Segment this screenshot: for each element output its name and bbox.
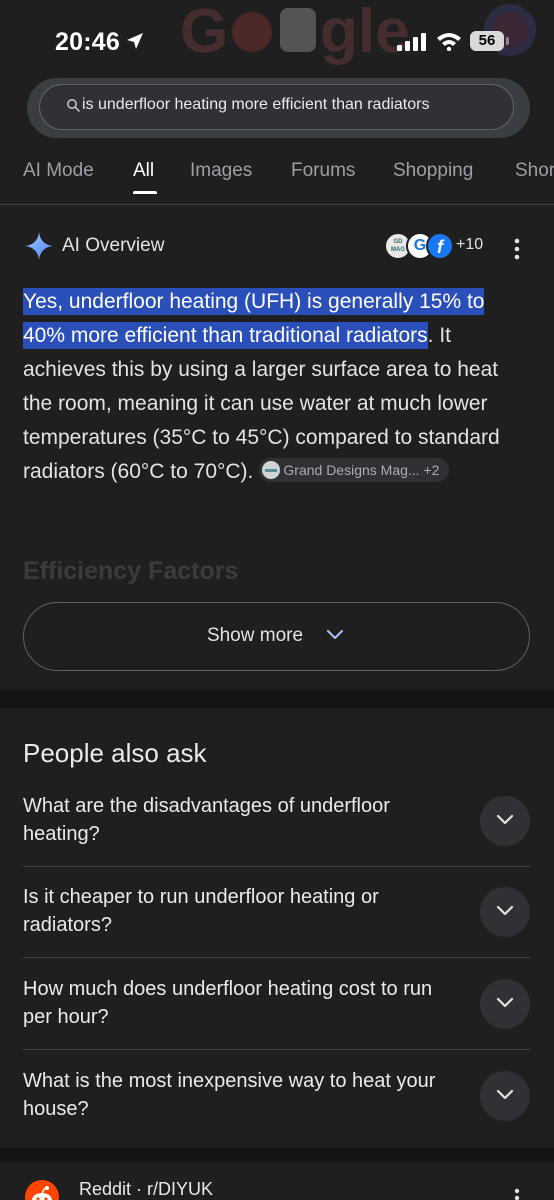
paa-question-text: How much does underfloor heating cost to…	[23, 978, 433, 1028]
ai-overview-body: Yes, underfloor heating (UFH) is general…	[23, 285, 528, 489]
expand-button[interactable]	[480, 979, 530, 1029]
paa-question[interactable]: What are the disadvantages of underfloor…	[23, 792, 531, 882]
more-options-icon[interactable]	[514, 238, 520, 260]
battery-indicator: 56	[470, 31, 504, 51]
citation-label: Grand Designs Mag...	[283, 462, 420, 479]
paa-question[interactable]: Is it cheaper to run underfloor heating …	[23, 883, 531, 973]
active-tab-indicator	[133, 191, 157, 194]
facebook-logo-icon: f	[426, 232, 454, 260]
expand-button[interactable]	[480, 796, 530, 846]
search-tabs: AI Mode All Images Forums Shopping Shor	[0, 155, 554, 195]
tab-all[interactable]: All	[133, 160, 154, 182]
tab-shopping[interactable]: Shopping	[393, 160, 473, 182]
paa-question-text: Is it cheaper to run underfloor heating …	[23, 886, 379, 936]
section-separator	[0, 1148, 554, 1162]
status-bar: 20:46 56	[0, 24, 554, 60]
source-count[interactable]: +10	[456, 236, 483, 254]
chevron-down-icon	[496, 905, 514, 916]
paa-title: People also ask	[23, 738, 207, 768]
show-more-label: Show more	[206, 625, 304, 646]
expand-button[interactable]	[480, 1071, 530, 1121]
section-separator	[0, 690, 554, 708]
search-query[interactable]: is underfloor heating more efficient tha…	[82, 96, 429, 114]
reddit-logo-icon	[25, 1180, 59, 1200]
ai-sparkle-icon	[25, 232, 53, 260]
paa-question[interactable]: What is the most inexpensive way to heat…	[23, 1067, 531, 1157]
paa-question[interactable]: How much does underfloor heating cost to…	[23, 975, 531, 1065]
search-header: G gle 20:46 56 is underfloor heating mor…	[0, 0, 554, 205]
clock: 20:46	[55, 28, 120, 56]
chevron-down-icon	[496, 997, 514, 1008]
people-also-ask: People also ask What are the disadvantag…	[0, 708, 554, 1148]
tab-ai-mode[interactable]: AI Mode	[23, 160, 94, 182]
citation-extra: +2	[423, 462, 440, 479]
source-avatars[interactable]: GD MAG G f	[384, 232, 454, 262]
location-arrow-icon	[127, 33, 143, 49]
ai-overview: AI Overview GD MAG G f +10 Yes, underfloo…	[0, 205, 554, 708]
faded-section-heading: Efficiency Factors	[23, 557, 239, 585]
show-more-button[interactable]: Show more	[23, 602, 530, 671]
expand-button[interactable]	[480, 887, 530, 937]
page: G gle 20:46 56 is underfloor heating mor…	[0, 0, 554, 1200]
paa-divider	[23, 957, 531, 958]
tab-images[interactable]: Images	[190, 160, 252, 182]
citation-chip[interactable]: Grand Designs Mag... +2	[259, 458, 450, 483]
more-options-icon[interactable]	[514, 1188, 520, 1200]
ai-highlight: Yes, underfloor heating (UFH) is general…	[23, 288, 485, 349]
grand-designs-icon	[262, 461, 281, 480]
paa-question-text: What are the disadvantages of underfloor…	[23, 795, 390, 845]
search-icon	[67, 99, 80, 112]
tab-forums[interactable]: Forums	[291, 160, 355, 182]
chevron-down-icon	[496, 1089, 514, 1100]
ai-overview-title: AI Overview	[62, 235, 165, 256]
wifi-icon	[437, 33, 461, 51]
tab-short-videos[interactable]: Shor	[515, 160, 554, 182]
search-result[interactable]: Reddit · r/DIYUK	[0, 1162, 554, 1200]
chevron-down-icon	[327, 630, 343, 639]
paa-question-text: What is the most inexpensive way to heat…	[23, 1070, 436, 1120]
result-source[interactable]: Reddit · r/DIYUK	[79, 1179, 213, 1200]
battery-nub	[506, 37, 509, 45]
chevron-down-icon	[496, 814, 514, 825]
paa-divider	[23, 1049, 531, 1050]
cellular-signal-icon	[397, 33, 426, 51]
paa-divider	[23, 866, 531, 867]
